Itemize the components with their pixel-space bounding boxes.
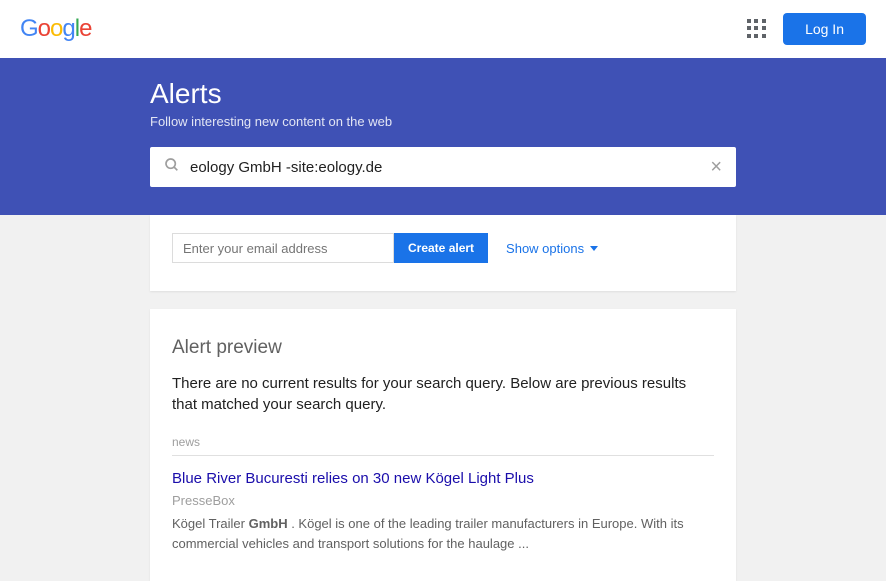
login-button[interactable]: Log In	[783, 13, 866, 45]
google-logo[interactable]: Google	[20, 15, 91, 43]
topbar: Google Log In	[0, 0, 886, 58]
apps-icon[interactable]	[747, 19, 767, 39]
search-box: ×	[150, 147, 736, 187]
search-icon	[164, 157, 180, 178]
search-input[interactable]	[190, 159, 710, 176]
clear-icon[interactable]: ×	[710, 156, 722, 179]
page-subtitle: Follow interesting new content on the we…	[150, 114, 736, 129]
email-input[interactable]	[172, 233, 394, 263]
create-alert-button[interactable]: Create alert	[394, 233, 488, 263]
show-options-toggle[interactable]: Show options	[506, 241, 598, 256]
preview-title: Alert preview	[172, 337, 714, 359]
hero: Alerts Follow interesting new content on…	[0, 58, 886, 215]
result-title[interactable]: Blue River Bucuresti relies on 30 new Kö…	[172, 470, 714, 487]
show-options-label: Show options	[506, 241, 584, 256]
create-alert-card: Create alert Show options	[150, 215, 736, 291]
alert-preview-card: Alert preview There are no current resul…	[150, 309, 736, 581]
category-label: news	[172, 435, 714, 456]
result-item: Blue River Bucuresti relies on 30 new Kö…	[172, 470, 714, 553]
page-title: Alerts	[150, 78, 736, 110]
preview-message: There are no current results for your se…	[172, 373, 714, 415]
topbar-right: Log In	[747, 13, 866, 45]
chevron-down-icon	[590, 246, 598, 251]
result-snippet: Kögel Trailer GmbH . Kögel is one of the…	[172, 514, 714, 553]
